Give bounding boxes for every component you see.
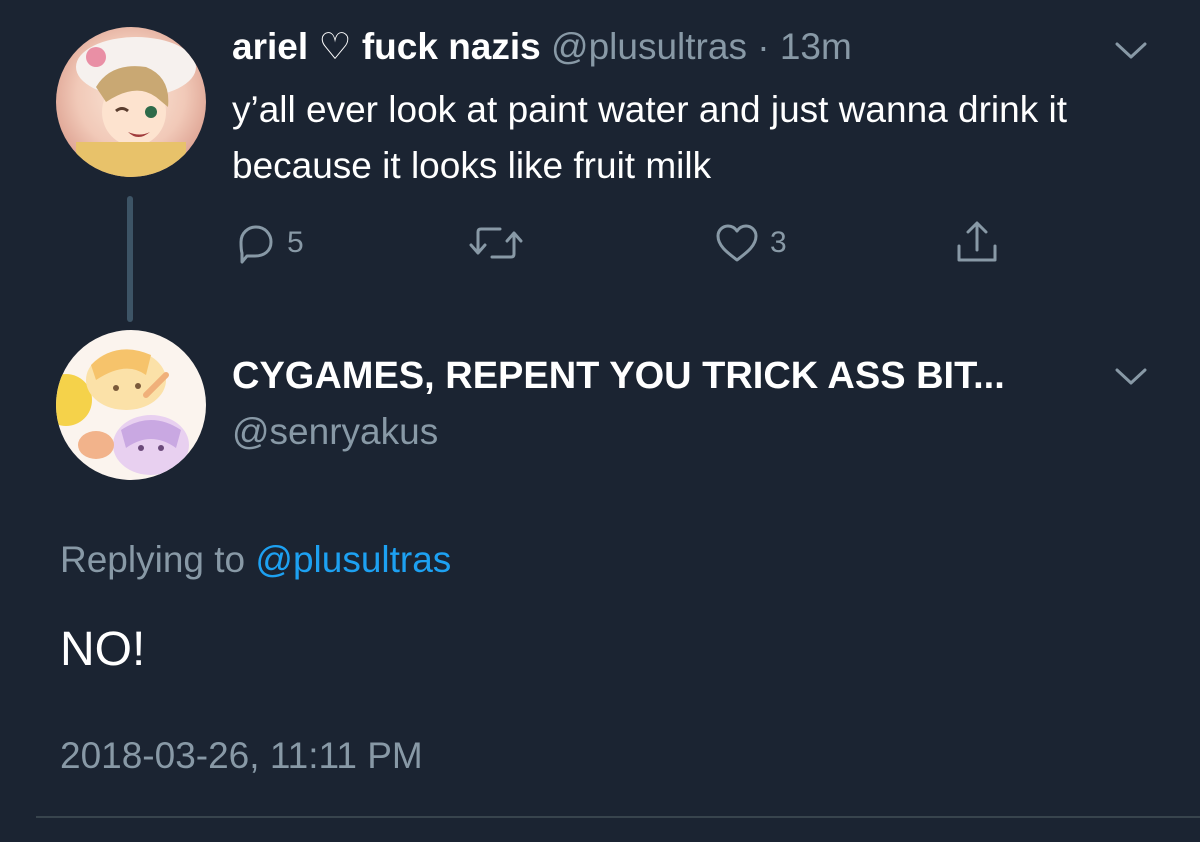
avatar-plusultras[interactable] — [56, 27, 206, 177]
reply-count: 5 — [287, 226, 304, 259]
like-icon — [714, 222, 760, 264]
reply-text: NO! — [60, 623, 146, 676]
reply-display-name[interactable]: CYGAMES, REPENT YOU TRICK ASS BIT... — [232, 354, 1005, 398]
user-handle[interactable]: @plusultras — [551, 26, 747, 67]
retweet-icon — [468, 222, 524, 264]
thread-connector-line — [127, 196, 133, 322]
divider — [36, 816, 1200, 818]
share-icon — [954, 218, 1000, 266]
reply-button[interactable]: 5 — [233, 222, 304, 264]
tweet-text: y’all ever look at paint water and just … — [232, 89, 1067, 186]
share-button[interactable] — [954, 218, 1000, 266]
like-count: 3 — [770, 226, 787, 259]
tweet-age[interactable]: 13m — [780, 26, 852, 67]
reply-icon — [233, 222, 277, 264]
reply-timestamp: 2018-03-26, 11:11 PM — [60, 735, 423, 776]
chevron-down-icon[interactable] — [1114, 40, 1148, 62]
display-name[interactable]: ariel ♡ fuck nazis — [232, 26, 541, 67]
avatar-senryakus[interactable] — [56, 330, 206, 480]
replying-to-line: Replying to @plusultras — [60, 538, 451, 582]
tweet-header: ariel ♡ fuck nazis @plusultras · 13m — [232, 26, 852, 68]
retweet-button[interactable] — [468, 222, 524, 264]
replying-to-label: Replying to — [60, 539, 246, 580]
chevron-down-icon[interactable] — [1114, 366, 1148, 388]
like-button[interactable]: 3 — [714, 222, 787, 264]
separator-dot: · — [757, 26, 770, 67]
mention-link[interactable]: @plusultras — [255, 539, 451, 580]
reply-user-handle[interactable]: @senryakus — [232, 410, 438, 454]
